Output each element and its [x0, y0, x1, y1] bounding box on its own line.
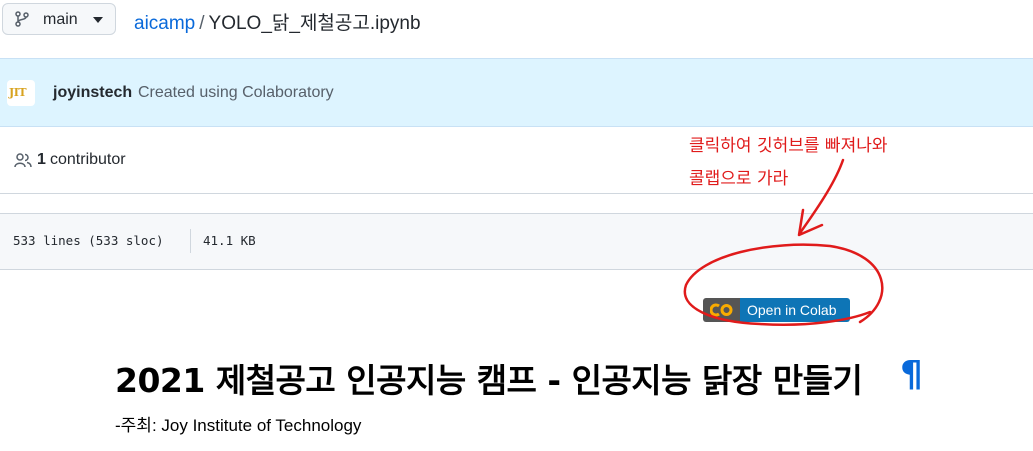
branch-select-button[interactable]: main — [2, 3, 116, 35]
commit-author-link[interactable]: joyinstech — [53, 84, 132, 102]
people-icon — [14, 153, 32, 168]
branch-name: main — [43, 11, 78, 28]
notebook-subtitle: -주최: Joy Institute of Technology — [115, 416, 362, 435]
breadcrumb: aicamp / YOLO_닭_제철공고.ipynb — [134, 8, 421, 35]
avatar[interactable]: JIT — [7, 80, 35, 106]
line-count: 533 lines (533 sloc) — [13, 233, 164, 248]
colab-badge-logo-section — [703, 298, 740, 322]
latest-commit-bar: JIT joyinstech Created using Colaborator… — [0, 58, 1033, 127]
colab-logo-icon — [710, 303, 733, 317]
breadcrumb-separator: / — [199, 13, 205, 34]
file-header: main aicamp / YOLO_닭_제철공고.ipynb — [0, 0, 1033, 40]
file-size: 41.1 KB — [203, 233, 256, 248]
git-branch-icon — [15, 11, 29, 27]
divider — [190, 229, 191, 253]
anchor-link-icon[interactable]: ¶ — [900, 354, 923, 395]
breadcrumb-file-name: YOLO_닭_제철공고.ipynb — [208, 13, 421, 34]
notebook-title: 2021 제철공고 인공지능 캠프 - 인공지능 닭장 만들기 — [115, 361, 863, 400]
colab-badge-label: Open in Colab — [747, 302, 837, 318]
contributor-label[interactable]: contributor — [50, 151, 126, 169]
file-info-bar: 533 lines (533 sloc) 41.1 KB — [0, 213, 1033, 270]
avatar-logo-text: JIT — [9, 86, 27, 99]
breadcrumb-repo-link[interactable]: aicamp — [134, 13, 195, 34]
colab-badge-label-section: Open in Colab — [740, 298, 850, 322]
contributor-count[interactable]: 1 — [37, 151, 46, 169]
annotation-line-2: 콜랩으로 가라 — [689, 169, 789, 189]
chevron-down-icon — [93, 17, 103, 23]
annotation-line-1: 클릭하여 깃허브를 빠져나와 — [689, 136, 888, 156]
open-in-colab-badge[interactable]: Open in Colab — [703, 298, 850, 322]
commit-message-link[interactable]: Created using Colaboratory — [138, 84, 334, 102]
